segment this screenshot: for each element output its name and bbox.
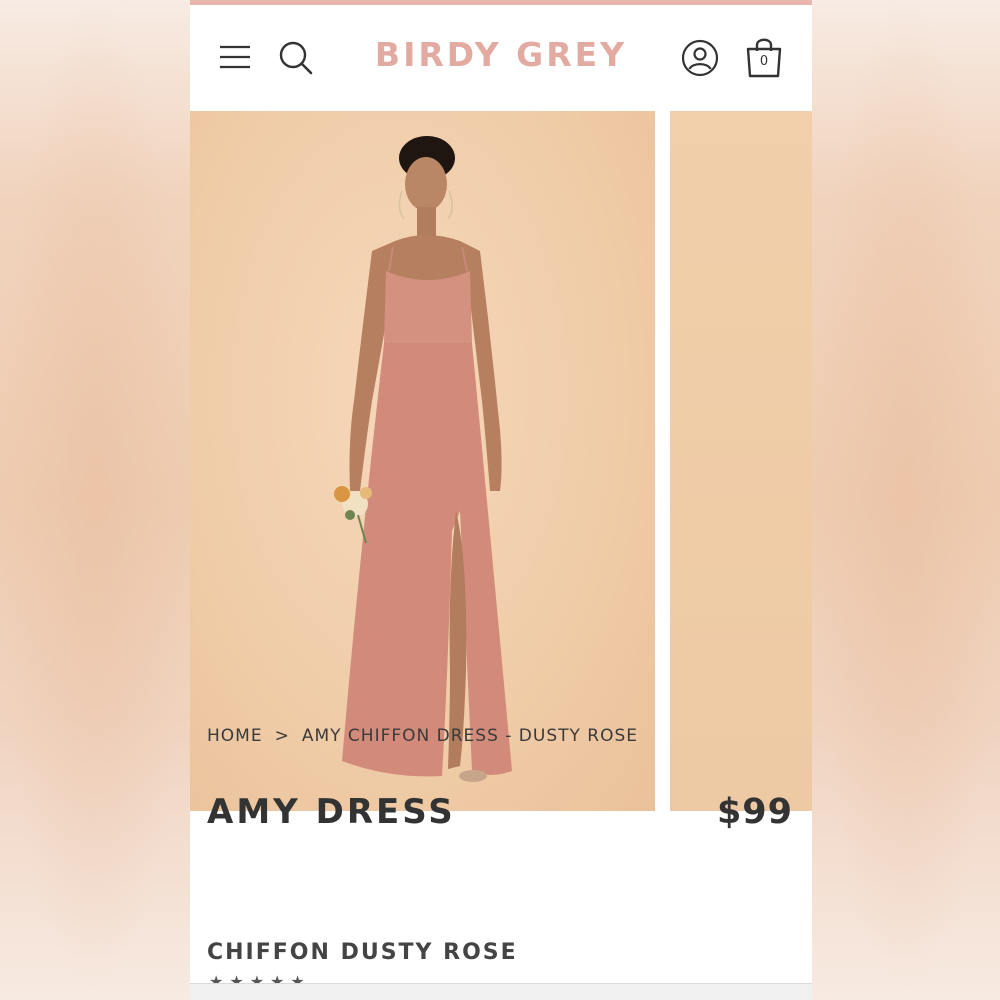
cart-count: 0: [759, 54, 769, 69]
product-image-next[interactable]: [670, 111, 812, 811]
brand-logo[interactable]: BIRDY GREY: [350, 35, 652, 74]
breadcrumb: HOME > AMY CHIFFON DRESS - DUSTY ROSE: [207, 726, 638, 746]
product-image-main[interactable]: [190, 111, 655, 811]
model-photo: [334, 136, 512, 782]
breadcrumb-separator: >: [274, 726, 290, 746]
right-background-blur: [812, 0, 1000, 1000]
breadcrumb-current: AMY CHIFFON DRESS - DUSTY ROSE: [301, 726, 639, 746]
menu-icon[interactable]: [218, 42, 252, 72]
product-price: $99: [716, 792, 793, 832]
account-icon[interactable]: [681, 39, 719, 77]
site-header: BIRDY GREY 0: [190, 5, 812, 111]
product-image-gallery[interactable]: [190, 111, 812, 811]
search-icon[interactable]: [278, 40, 314, 76]
product-title: AMY DRESS: [207, 792, 456, 832]
left-background-blur: [0, 0, 190, 1000]
cart-button[interactable]: 0: [743, 35, 785, 79]
product-page: BIRDY GREY 0 HOME > AMY CHIFFON DRESS - …: [190, 0, 812, 1000]
product-subtitle: CHIFFON DUSTY ROSE: [207, 940, 518, 965]
bottom-browser-bar: [190, 983, 812, 1000]
breadcrumb-home[interactable]: HOME: [207, 726, 263, 746]
